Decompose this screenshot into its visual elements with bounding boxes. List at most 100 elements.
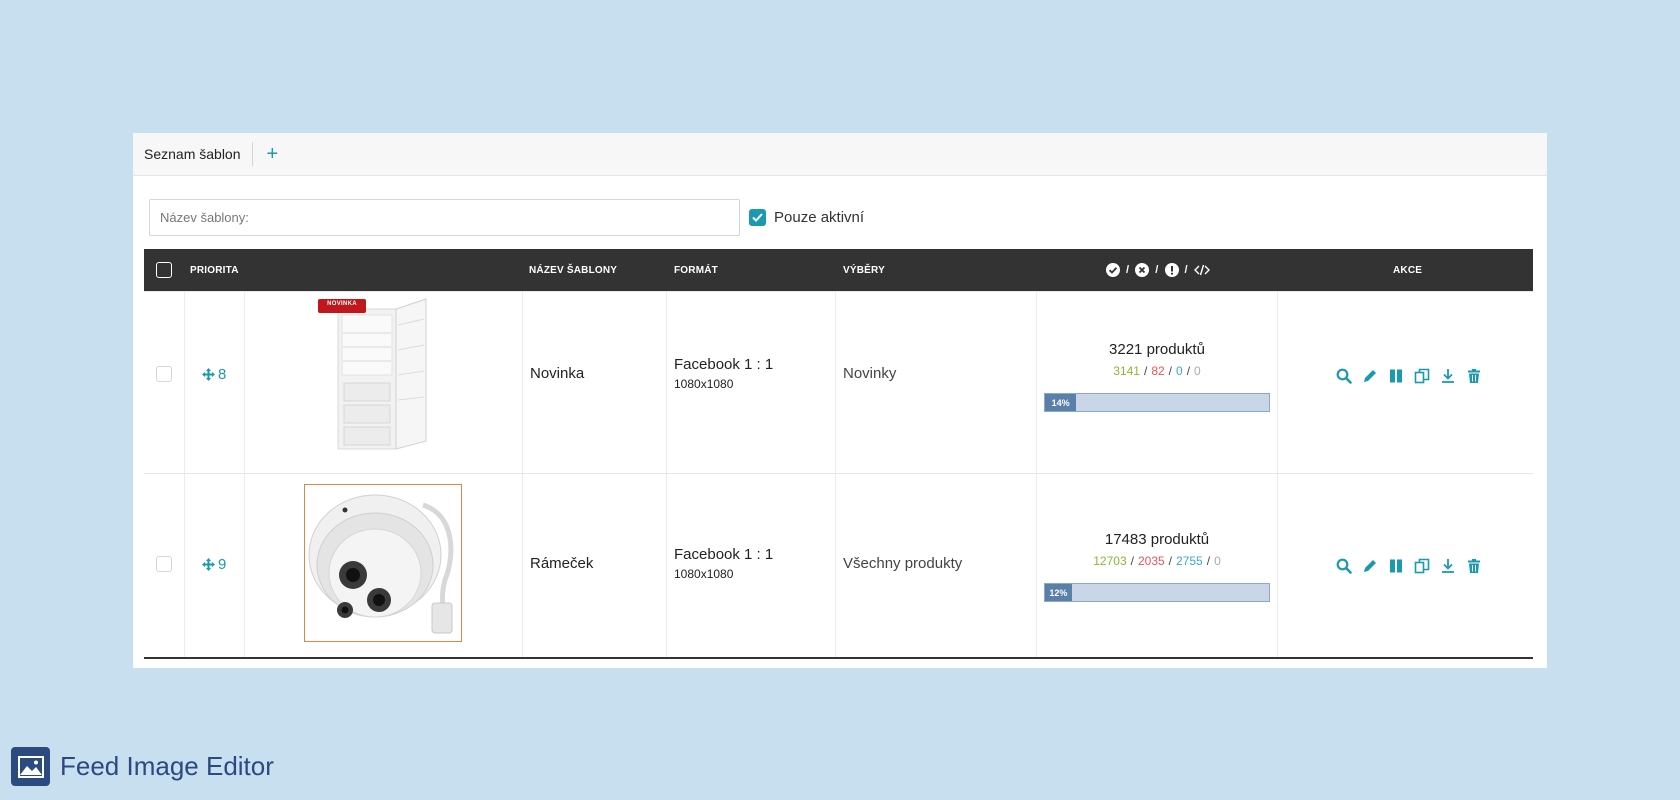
search-icon	[1336, 368, 1352, 384]
header-status: / / /	[1106, 249, 1210, 291]
edit-button[interactable]	[1362, 558, 1378, 574]
column-divider	[184, 474, 185, 657]
preview-button[interactable]	[1336, 558, 1352, 574]
only-active-label: Pouze aktivní	[774, 209, 865, 226]
copy-icon	[1414, 368, 1430, 384]
column-divider	[244, 292, 245, 473]
format-size: 1080x1080	[674, 567, 734, 581]
image-editor-logo-icon	[11, 747, 50, 786]
tab-bar: Seznam šablon +	[133, 133, 1547, 176]
code-icon	[1193, 264, 1210, 276]
progress-bar: 14%	[1044, 393, 1270, 412]
ok-count: 3141	[1113, 364, 1140, 378]
format-size: 1080x1080	[674, 377, 734, 391]
template-name: Novinka	[530, 365, 585, 382]
delete-button[interactable]	[1466, 558, 1482, 574]
column-divider	[666, 292, 667, 473]
x-circle-icon	[1135, 263, 1150, 277]
progress-bar: 12%	[1044, 583, 1270, 602]
templates-panel: Seznam šablon + Pouze aktivní PRIORITA N…	[133, 133, 1547, 668]
delete-button[interactable]	[1466, 368, 1482, 384]
stats-cell: 17483 produktů 12703/2035/2755/0	[1044, 531, 1270, 568]
column-divider	[1036, 474, 1037, 657]
row-checkbox[interactable]	[156, 366, 172, 382]
format-name: Facebook 1 : 1	[674, 546, 774, 563]
selection-name: Všechny produkty	[843, 555, 963, 572]
checkmark-icon	[752, 213, 763, 222]
table-row: 9 Rámeček Facebook 1: 1 1080x1080 Všech…	[144, 473, 1533, 657]
brand: Feed Image Editor	[11, 747, 274, 786]
column-divider	[522, 292, 523, 473]
format-cell: Facebook 1 : 1 1080x1080	[674, 546, 773, 581]
selection-name: Novinky	[843, 365, 897, 382]
header-format[interactable]: FORMÁT	[674, 249, 718, 291]
header-name[interactable]: NÁZEV ŠABLONY	[529, 249, 617, 291]
error-count: 82	[1151, 364, 1165, 378]
row-actions	[1336, 558, 1482, 574]
pause-button[interactable]	[1388, 558, 1404, 574]
trash-icon	[1468, 559, 1480, 573]
priority-handle[interactable]: 8	[202, 366, 226, 383]
warning-count: 2755	[1176, 554, 1203, 568]
copy-icon	[1414, 558, 1430, 574]
download-icon	[1442, 559, 1454, 573]
ok-count: 12703	[1093, 554, 1127, 568]
refrigerator-thumbnail: NOVINKA	[308, 295, 433, 455]
template-name: Rámeček	[530, 555, 594, 572]
column-divider	[1277, 474, 1278, 657]
status-breakdown: 3141/82/0/0	[1113, 364, 1201, 378]
status-divider: /	[1155, 264, 1159, 276]
download-button[interactable]	[1440, 558, 1456, 574]
code-count: 0	[1194, 364, 1201, 378]
pause-button[interactable]	[1388, 368, 1404, 384]
progress-fill: 14%	[1045, 394, 1077, 411]
column-divider	[1277, 292, 1278, 473]
status-breakdown: 12703/2035/2755/0	[1093, 554, 1221, 568]
template-name-input[interactable]	[149, 199, 740, 236]
column-divider	[835, 474, 836, 657]
stats-cell: 3221 produktů 3141/82/0/0	[1044, 341, 1270, 378]
column-divider	[522, 474, 523, 657]
status-divider: /	[1126, 264, 1130, 276]
search-icon	[1336, 558, 1352, 574]
priority-value: 8	[218, 366, 227, 383]
move-icon	[202, 558, 215, 571]
progress-fill: 12%	[1045, 584, 1072, 601]
header-actions: AKCE	[1393, 264, 1423, 276]
trash-icon	[1468, 369, 1480, 383]
format-name: Facebook 1 : 1	[674, 356, 774, 373]
row-checkbox[interactable]	[156, 556, 172, 572]
column-divider	[1036, 292, 1037, 473]
preview-button[interactable]	[1336, 368, 1352, 384]
priority-value: 9	[218, 556, 227, 573]
column-divider	[244, 474, 245, 657]
pencil-icon	[1364, 370, 1376, 382]
tab-template-list[interactable]: Seznam šablon	[133, 133, 252, 175]
refrigerator-image	[318, 298, 427, 450]
table-row: 8 NOVINKA Novinka Facebook 1: 1 1080x10…	[144, 291, 1533, 473]
format-cell: Facebook 1 : 1 1080x1080	[674, 356, 773, 391]
duplicate-button[interactable]	[1414, 558, 1430, 574]
select-all-checkbox[interactable]	[156, 262, 172, 278]
only-active-checkbox[interactable]	[749, 209, 766, 226]
column-divider	[666, 474, 667, 657]
download-icon	[1442, 369, 1454, 383]
filter-bar: Pouze aktivní	[149, 199, 864, 236]
header-selection[interactable]: VÝBĚRY	[843, 249, 885, 291]
security-camera-image	[308, 494, 454, 634]
edit-button[interactable]	[1362, 368, 1378, 384]
duplicate-button[interactable]	[1414, 368, 1430, 384]
brand-name: Feed Image Editor	[60, 751, 274, 781]
pause-icon	[1390, 369, 1402, 383]
check-circle-icon	[1106, 263, 1120, 277]
pencil-icon	[1364, 560, 1376, 572]
add-template-button[interactable]: +	[253, 133, 293, 175]
code-count: 0	[1214, 554, 1221, 568]
header-priority[interactable]: PRIORITA	[190, 249, 239, 291]
table-header: PRIORITA NÁZEV ŠABLONY FORMÁT VÝBĚRY / /…	[144, 249, 1533, 291]
new-badge: NOVINKA	[327, 301, 357, 307]
download-button[interactable]	[1440, 368, 1456, 384]
row-actions	[1336, 368, 1482, 384]
priority-handle[interactable]: 9	[202, 556, 226, 573]
product-count: 17483 produktů	[1104, 531, 1210, 548]
